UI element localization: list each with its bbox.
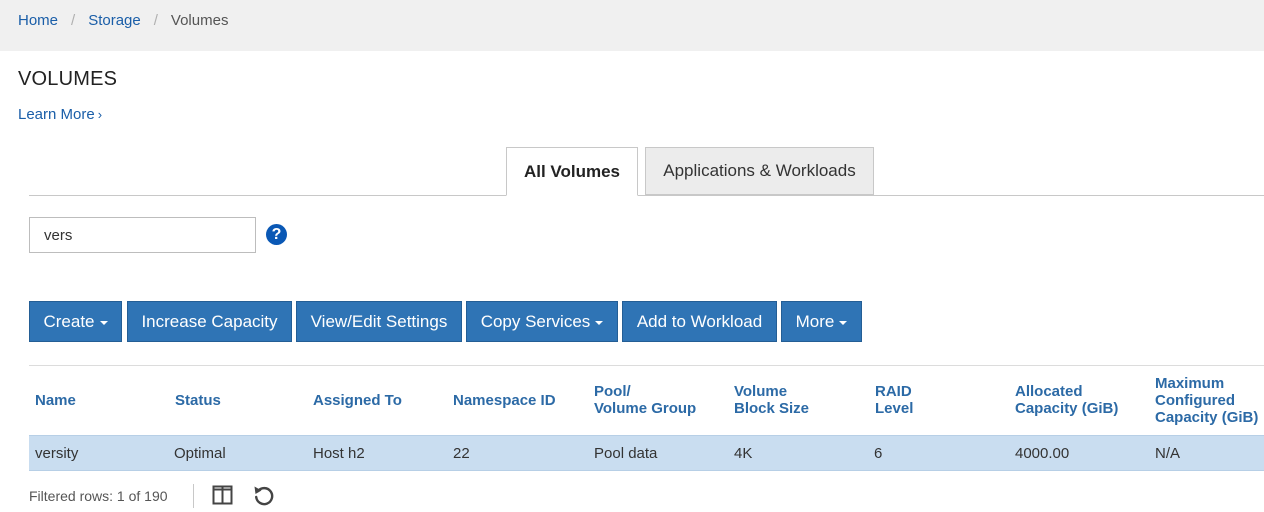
header-label: Status xyxy=(175,392,221,409)
header-label-line: Allocated xyxy=(1015,383,1083,400)
add-to-workload-button[interactable]: Add to Workload xyxy=(622,301,777,342)
header-label-line: Capacity (GiB) xyxy=(1155,409,1259,426)
column-header-assigned-to[interactable]: Assigned To xyxy=(313,392,402,409)
column-header-raid-level[interactable]: RAID Level xyxy=(875,383,913,417)
copy-services-label: Copy Services xyxy=(480,311,591,331)
cell-status: Optimal xyxy=(174,445,226,462)
copy-services-button[interactable]: Copy Services xyxy=(466,301,618,342)
increase-capacity-label: Increase Capacity xyxy=(141,311,278,331)
cell-max-configured-capacity: N/A xyxy=(1155,445,1181,462)
page-title: VOLUMES xyxy=(18,68,118,90)
increase-capacity-button[interactable]: Increase Capacity xyxy=(127,301,292,342)
breadcrumb-home-link[interactable]: Home xyxy=(18,12,58,29)
more-button[interactable]: More xyxy=(781,301,862,342)
breadcrumb-separator: / xyxy=(153,12,158,29)
caret-down-icon xyxy=(99,320,108,325)
search-input[interactable] xyxy=(29,217,256,253)
header-label-line: RAID xyxy=(875,383,912,400)
table-top-border xyxy=(29,365,1264,366)
header-label-line: Maximum xyxy=(1155,375,1225,392)
column-header-namespace-id[interactable]: Namespace ID xyxy=(453,392,556,409)
header-label: Name xyxy=(35,392,76,409)
filtered-rows-count: Filtered rows: 1 of 190 xyxy=(29,488,168,504)
learn-more-label: Learn More xyxy=(18,106,95,123)
column-header-pool[interactable]: Pool/Volume Group xyxy=(594,383,696,417)
header-label-line: Level xyxy=(875,400,914,417)
help-icon[interactable]: ? xyxy=(266,224,287,245)
cell-assigned-to: Host h2 xyxy=(313,445,365,462)
header-label-line: Pool/ xyxy=(594,383,631,400)
header-label-line: Block Size xyxy=(734,400,810,417)
columns-icon[interactable] xyxy=(212,485,233,505)
header-label: Namespace ID xyxy=(453,392,556,409)
view-edit-settings-label: View/Edit Settings xyxy=(310,311,448,331)
more-label: More xyxy=(795,311,835,331)
header-label: Assigned To xyxy=(313,392,402,409)
column-header-allocated-capacity[interactable]: Allocated Capacity (GiB) xyxy=(1015,383,1118,417)
breadcrumb-current: Volumes xyxy=(170,12,229,29)
breadcrumb-separator: / xyxy=(71,12,76,29)
header-label-line: Volume xyxy=(734,383,788,400)
view-edit-settings-button[interactable]: View/Edit Settings xyxy=(296,301,462,342)
tab-applications-workloads[interactable]: Applications & Workloads xyxy=(645,147,874,195)
add-to-workload-label: Add to Workload xyxy=(636,311,763,331)
caret-down-icon xyxy=(595,320,604,325)
column-header-block-size[interactable]: Volume Block Size xyxy=(734,383,809,417)
footer-divider xyxy=(193,484,194,508)
header-label-line: Volume Group xyxy=(594,400,697,417)
reset-icon[interactable] xyxy=(253,485,274,506)
chevron-right-icon: › xyxy=(97,107,103,122)
tabs-divider xyxy=(29,195,1264,196)
breadcrumb-storage-link[interactable]: Storage xyxy=(88,12,141,29)
column-header-max-configured-capacity[interactable]: Maximum Configured Capacity (GiB) xyxy=(1155,375,1258,426)
tab-all-volumes[interactable]: All Volumes xyxy=(506,147,638,196)
header-label-line: Capacity (GiB) xyxy=(1015,400,1119,417)
cell-name: versity xyxy=(35,445,79,462)
breadcrumb-bar: Home / Storage / Volumes xyxy=(0,0,1264,51)
column-header-name[interactable]: Name xyxy=(35,392,76,409)
create-label: Create xyxy=(43,311,95,331)
header-label-line: Configured xyxy=(1155,392,1235,409)
cell-allocated-capacity: 4000.00 xyxy=(1015,445,1070,462)
breadcrumb: Home / Storage / Volumes xyxy=(18,12,228,29)
learn-more-link[interactable]: Learn More › xyxy=(18,106,102,123)
create-button[interactable]: Create xyxy=(29,301,122,342)
cell-namespace-id: 22 xyxy=(453,445,470,462)
column-header-status[interactable]: Status xyxy=(175,392,221,409)
cell-raid-level: 6 xyxy=(874,445,883,462)
caret-down-icon xyxy=(839,320,848,325)
cell-block-size: 4K xyxy=(734,445,753,462)
cell-pool: Pool data xyxy=(594,445,658,462)
